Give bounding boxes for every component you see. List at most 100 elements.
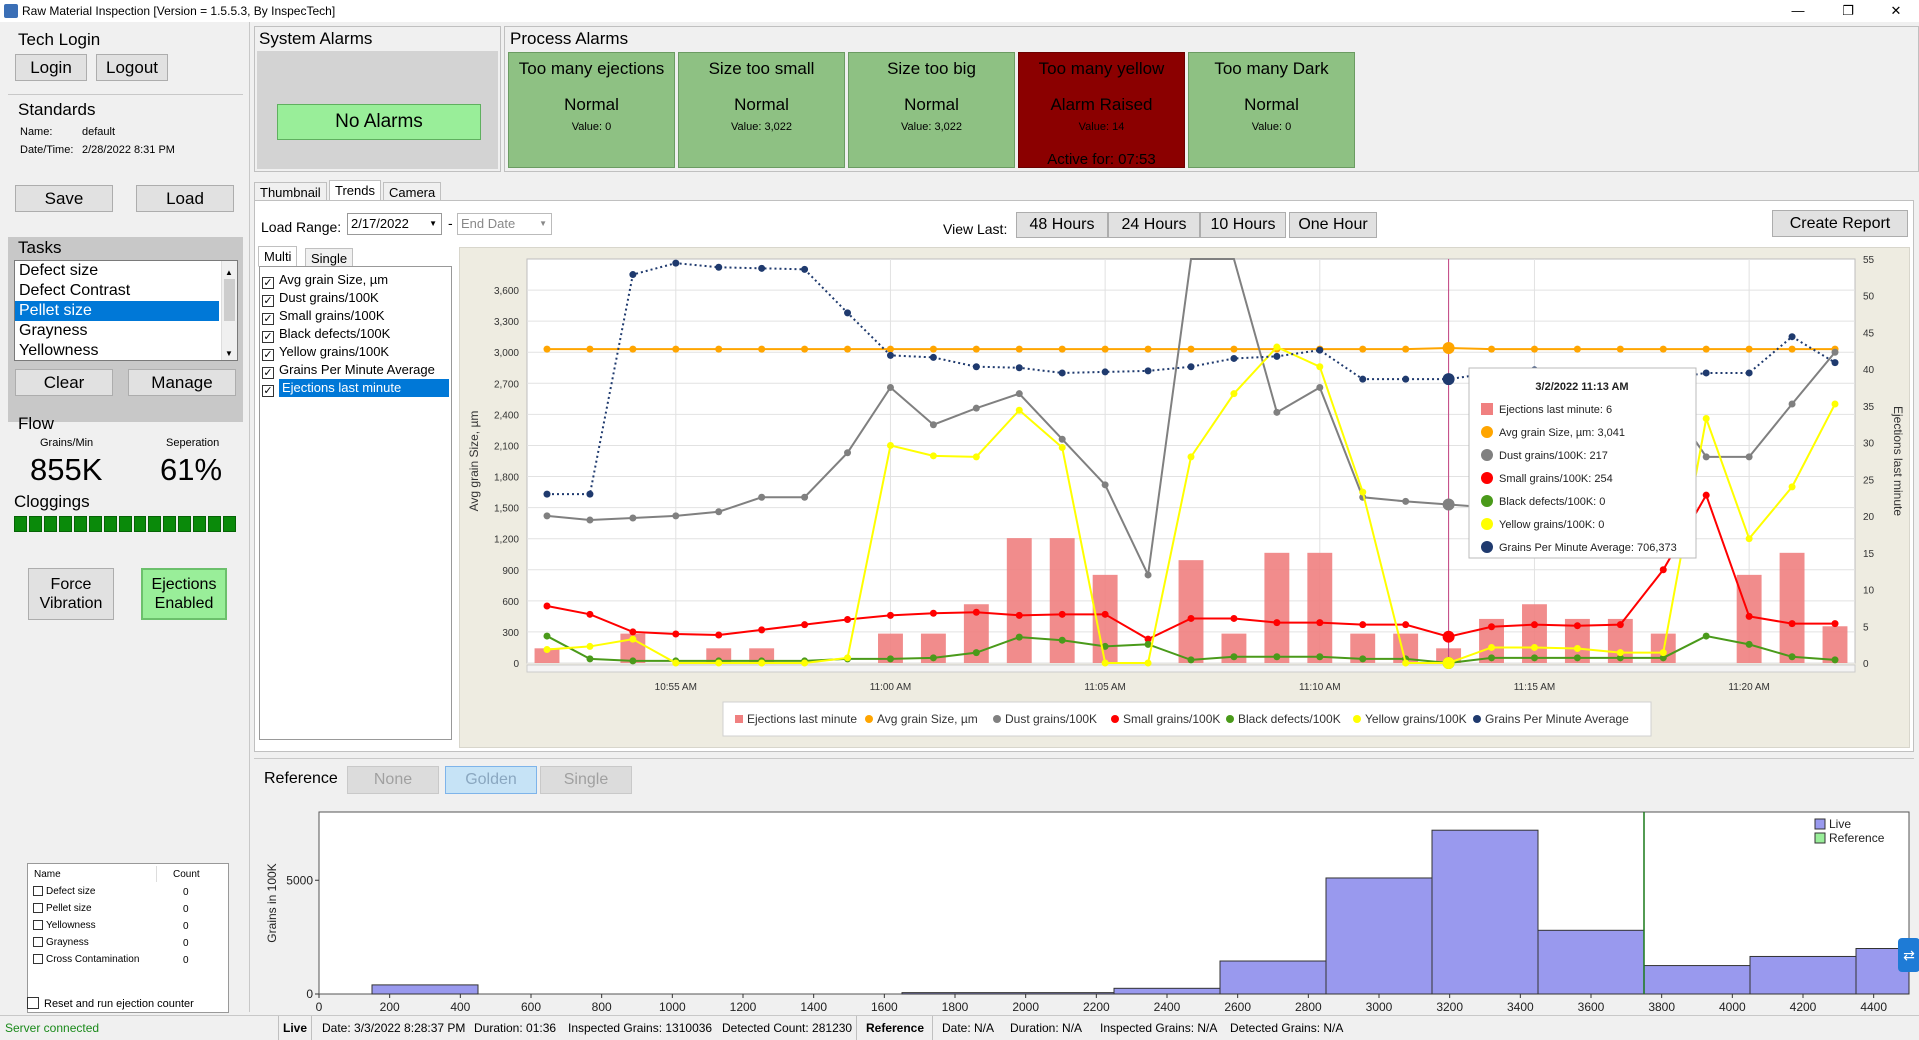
y2-axis-label: Ejections last minute [1891, 406, 1905, 516]
tooltip-swatch [1481, 426, 1493, 438]
minimize-button[interactable]: — [1775, 0, 1821, 22]
tab-trends[interactable]: Trends [329, 180, 381, 201]
view-24-hours-button[interactable]: 24 Hours [1108, 212, 1200, 238]
force-vibration-button[interactable]: Force Vibration [28, 568, 114, 620]
trend-chart[interactable]: 03006009001,2001,5001,8002,1002,4002,700… [460, 248, 1911, 749]
series-checkbox[interactable]: ✓ Ejections last minute [262, 379, 449, 397]
count-row-value: 0 [183, 887, 189, 898]
alarm-state: Normal [904, 95, 959, 114]
check-icon[interactable]: ✓ [262, 385, 274, 397]
series-point [543, 345, 551, 353]
legend-swatch [735, 715, 743, 723]
view-48-hours-button[interactable]: 48 Hours [1016, 212, 1108, 238]
checkbox-icon[interactable] [33, 903, 43, 913]
check-icon[interactable]: ✓ [262, 313, 274, 325]
series-point [543, 490, 551, 498]
status-divider [311, 1016, 312, 1040]
y-tick-label: 1,800 [494, 473, 519, 484]
col-name-header: Name [34, 869, 61, 880]
series-point [1745, 612, 1753, 620]
start-date-value: 2/17/2022 [351, 216, 409, 231]
check-icon[interactable]: ✓ [262, 367, 274, 379]
save-button[interactable]: Save [15, 185, 113, 212]
check-icon[interactable]: ✓ [262, 331, 274, 343]
series-point [929, 452, 937, 460]
legend-swatch [1353, 715, 1361, 723]
series-point [1616, 649, 1624, 657]
end-date-picker[interactable]: End Date ▼ [457, 213, 552, 235]
grains-per-min-label: Grains/Min [40, 437, 94, 449]
logout-button[interactable]: Logout [96, 54, 168, 81]
checkbox-icon[interactable] [33, 920, 43, 930]
series-point [1273, 343, 1281, 351]
clogging-segment [14, 516, 27, 532]
scroll-thumb[interactable] [224, 279, 235, 321]
reference-single-button[interactable]: Single [540, 766, 632, 794]
series-point [586, 642, 594, 650]
task-item-selected[interactable]: Pellet size [15, 301, 219, 321]
tech-login-title: Tech Login [18, 30, 101, 49]
series-checkbox[interactable]: ✓ Small grains/100K [262, 307, 385, 325]
y-tick-label: 1,500 [494, 504, 519, 515]
series-checkbox[interactable]: ✓ Yellow grains/100K [262, 343, 389, 361]
chevron-down-icon[interactable]: ▼ [539, 214, 547, 234]
create-report-button[interactable]: Create Report [1772, 210, 1908, 237]
scroll-down-icon[interactable]: ▼ [225, 349, 233, 358]
task-item[interactable]: Yellowness [15, 341, 237, 361]
tasks-scrollbar[interactable]: ▲ ▼ [221, 261, 237, 360]
series-point [543, 512, 551, 520]
check-icon[interactable]: ✓ [262, 277, 274, 289]
series-point [929, 654, 937, 662]
series-checkbox[interactable]: ✓ Dust grains/100K [262, 289, 379, 307]
check-icon[interactable]: ✓ [262, 295, 274, 307]
series-point [1573, 654, 1581, 662]
y-tick-label: 1,200 [494, 535, 519, 546]
reset-counter-checkbox[interactable]: Reset and run ejection counter [27, 997, 194, 1010]
series-point [1745, 345, 1753, 353]
ejections-bar [1779, 552, 1805, 663]
series-point [1530, 345, 1538, 353]
close-button[interactable]: ✕ [1873, 0, 1919, 22]
maximize-button[interactable]: ❐ [1825, 0, 1871, 22]
clear-button[interactable]: Clear [15, 369, 113, 396]
remote-support-icon[interactable]: ⇄ [1898, 938, 1919, 972]
count-row-name: Yellowness [46, 920, 96, 931]
checkbox-icon[interactable] [33, 954, 43, 964]
task-item[interactable]: Defect Contrast [15, 281, 237, 301]
view-10-hours-button[interactable]: 10 Hours [1200, 212, 1286, 238]
live-detected: Detected Count: 281230 [722, 1021, 853, 1035]
live-duration: Duration: 01:36 [474, 1021, 557, 1035]
check-icon[interactable]: ✓ [262, 349, 274, 361]
view-one-hour-button[interactable]: One Hour [1289, 212, 1377, 238]
series-point [1530, 643, 1538, 651]
checkbox-icon[interactable] [33, 886, 43, 896]
start-date-picker[interactable]: 2/17/2022 ▼ [347, 213, 442, 235]
tooltip-title: 3/2/2022 11:13 AM [1535, 381, 1628, 393]
checkbox-icon[interactable] [27, 997, 39, 1009]
tasks-list[interactable]: Defect size Defect Contrast Pellet size … [14, 260, 238, 361]
reference-golden-button[interactable]: Golden [445, 766, 537, 794]
login-button[interactable]: Login [15, 54, 87, 81]
histogram-chart[interactable]: 0 200 400 600 800 1000 1200 1400 1600 1800 2000 220… [254, 802, 1914, 1014]
series-checkbox[interactable]: ✓ Avg grain Size, µm [262, 271, 388, 289]
y-tick-label: 300 [502, 628, 519, 639]
manage-button[interactable]: Manage [128, 369, 236, 396]
left-panel: Tech Login Login Logout Standards Name: … [0, 22, 250, 1013]
clogging-segment [28, 516, 42, 532]
series-checkbox[interactable]: ✓ Grains Per Minute Average [262, 361, 435, 379]
series-point [886, 655, 894, 663]
ejections-bar [1264, 552, 1290, 663]
load-button[interactable]: Load [136, 185, 234, 212]
live-date: Date: 3/3/2022 8:28:37 PM [322, 1021, 466, 1035]
task-item[interactable]: Grayness [15, 321, 237, 341]
clogging-segment [73, 516, 87, 532]
checkbox-icon[interactable] [33, 937, 43, 947]
task-item[interactable]: Defect size [15, 261, 237, 281]
ejections-enabled-button[interactable]: Ejections Enabled [141, 568, 227, 620]
tooltip-swatch [1481, 472, 1493, 484]
chevron-down-icon[interactable]: ▼ [429, 214, 437, 234]
reference-none-button[interactable]: None [347, 766, 439, 794]
series-point [1442, 657, 1455, 669]
subtab-multi[interactable]: Multi [258, 246, 298, 267]
series-checkbox[interactable]: ✓ Black defects/100K [262, 325, 390, 343]
